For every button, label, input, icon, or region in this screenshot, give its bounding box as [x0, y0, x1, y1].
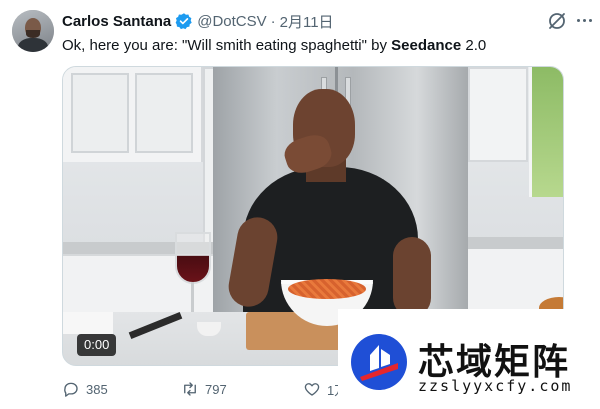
retweet-count: 797 — [205, 381, 227, 397]
napkin — [63, 312, 113, 334]
avatar[interactable] — [12, 10, 54, 52]
wine-glass-stem — [191, 282, 194, 312]
avatar-beard — [26, 30, 40, 38]
tweet-text: Ok, here you are: "Will smith eating spa… — [62, 36, 486, 56]
tweet-header: Carlos Santana @DotCSV · 2月11日 — [62, 10, 334, 32]
reply-icon — [64, 382, 78, 397]
like-icon — [304, 383, 320, 396]
verified-badge-icon — [175, 13, 192, 30]
author-name[interactable]: Carlos Santana — [62, 13, 171, 30]
cabinet-door — [135, 73, 193, 153]
tweet-text-bold: Seedance — [391, 37, 462, 54]
left-cabinet — [63, 67, 203, 162]
grok-icon[interactable] — [547, 11, 567, 31]
author-handle[interactable]: @DotCSV — [197, 13, 266, 30]
kitchen-window — [529, 67, 563, 197]
video-timestamp: 0:00 — [77, 334, 117, 356]
cabinet-door — [71, 73, 129, 153]
right-cabinet — [468, 67, 528, 162]
reply-button[interactable]: 385 — [62, 378, 108, 400]
tweet-text-after: 2.0 — [461, 37, 487, 54]
more-icon[interactable] — [574, 10, 594, 30]
right-counter — [468, 237, 563, 249]
watermark-logo — [351, 334, 407, 390]
wine-glass — [175, 232, 211, 284]
avatar-body — [18, 38, 48, 52]
person-arm — [393, 237, 431, 317]
retweet-icon — [184, 382, 196, 396]
watermark: 芯域矩阵 zzslyyxcfy.com — [338, 309, 600, 409]
tweet-text-before: Ok, here you are: "Will smith eating spa… — [62, 37, 392, 54]
reply-count: 385 — [86, 381, 108, 397]
tweet-date[interactable]: 2月11日 — [280, 11, 334, 32]
spaghetti — [288, 279, 366, 299]
retweet-button[interactable]: 797 — [181, 378, 227, 400]
separator-dot: · — [270, 12, 276, 30]
watermark-url: zzslyyxcfy.com — [418, 377, 573, 395]
